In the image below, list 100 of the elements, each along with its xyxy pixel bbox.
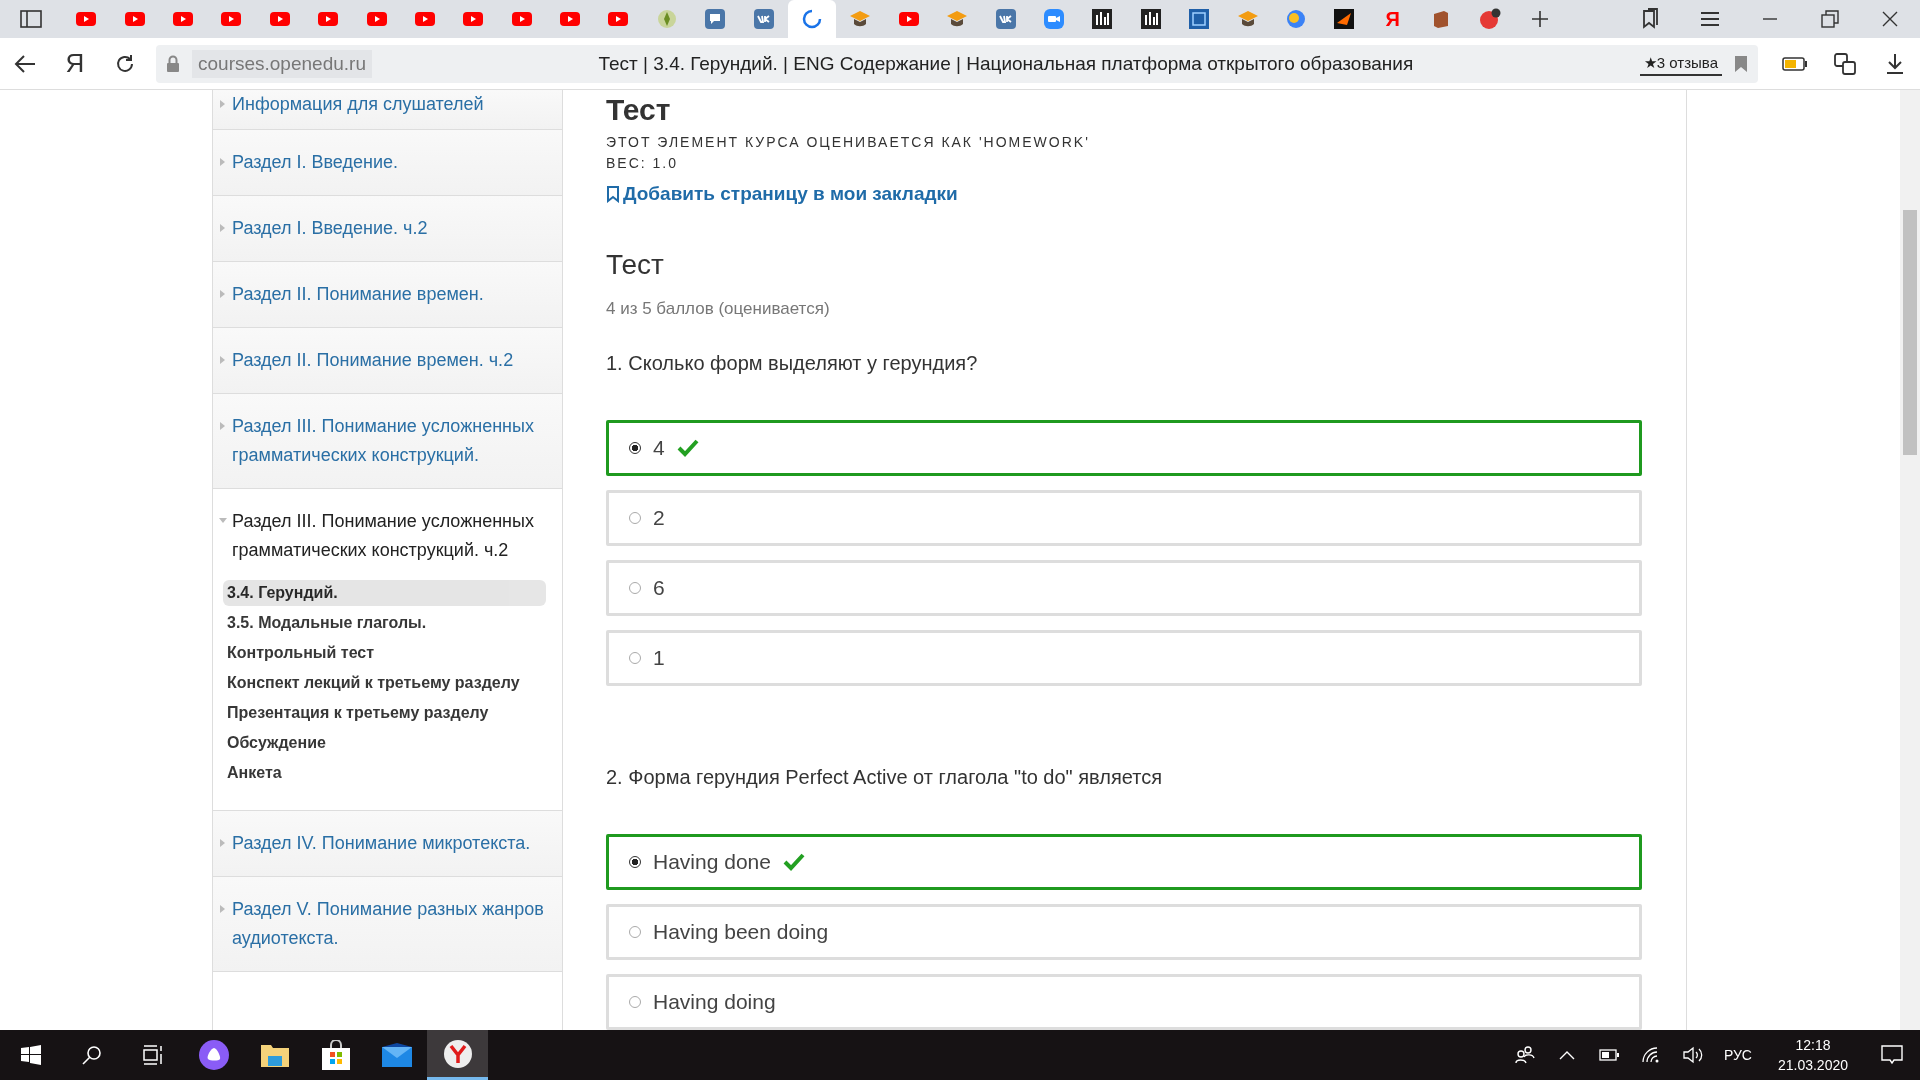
play-icon	[463, 12, 484, 26]
bar-chart-icon	[1092, 9, 1113, 29]
mortarboard-icon	[946, 10, 969, 28]
badge-icon	[1478, 8, 1501, 30]
clock-date[interactable]: 21.03.2020	[1777, 1055, 1848, 1075]
grading-note: ЭТОТ ЭЛЕМЕНТ КУРСА ОЦЕНИВАЕТСЯ КАК 'HOMEWORK'	[606, 133, 1091, 152]
lesson-link[interactable]: Презентация к третьему разделу	[223, 698, 546, 728]
battery-icon[interactable]	[1598, 1049, 1619, 1061]
new-tab-icon[interactable]	[1530, 10, 1549, 28]
play-icon	[318, 12, 339, 26]
chat-icon	[705, 9, 726, 29]
answer-option[interactable]: 2	[606, 490, 1642, 546]
folder-icon	[259, 1042, 290, 1068]
speaker-icon[interactable]	[1682, 1046, 1703, 1064]
language-indicator[interactable]: РУС	[1713, 1030, 1762, 1080]
question-text: 2. Форма герундия Perfect Active от глагола "to do" является	[606, 765, 1163, 790]
radio-button[interactable]	[629, 926, 641, 938]
question-text: 1. Сколько форм выделяют у герундия?	[606, 351, 979, 376]
spinner-icon	[802, 9, 823, 29]
radio-button[interactable]	[629, 512, 641, 524]
square-logo-icon	[995, 9, 1016, 29]
store-icon	[321, 1040, 350, 1070]
play-icon	[898, 12, 919, 26]
sidebar-toggle-icon[interactable]	[20, 10, 42, 28]
play-icon	[414, 12, 435, 26]
radio-button[interactable]	[629, 442, 641, 454]
reviews-link[interactable]: ★3 отзыва	[1639, 51, 1722, 76]
mortarboard-icon	[849, 10, 872, 28]
circle-logo-icon	[1285, 9, 1306, 29]
lesson-link[interactable]: 3.5. Модальные глаголы.	[223, 608, 546, 638]
play-icon	[608, 12, 629, 26]
mail-icon	[381, 1043, 412, 1067]
option-label: 2	[653, 506, 665, 530]
play-icon	[269, 12, 290, 26]
home-button[interactable]: Я	[50, 48, 100, 79]
browser-icon	[442, 1038, 473, 1069]
chevron-up-icon[interactable]	[1558, 1050, 1575, 1060]
unit-heading: Тест	[606, 94, 672, 126]
emblem-icon	[656, 9, 677, 29]
mortarboard-icon	[1236, 10, 1259, 28]
option-label: 1	[653, 646, 665, 670]
back-icon[interactable]	[14, 53, 36, 74]
radio-button[interactable]	[629, 996, 641, 1008]
play-icon	[124, 12, 145, 26]
answer-option[interactable]: 1	[606, 630, 1642, 686]
battery-icon[interactable]	[1782, 56, 1808, 71]
radio-button[interactable]	[629, 582, 641, 594]
translate-icon[interactable]	[1833, 51, 1857, 76]
arrow-logo-icon	[1334, 9, 1355, 29]
lesson-link[interactable]: Контрольный тест	[223, 638, 546, 668]
answer-option[interactable]: Having doing	[606, 974, 1642, 1030]
lesson-link[interactable]: Анкета	[223, 758, 546, 788]
bookmark-icon[interactable]	[1734, 54, 1748, 73]
menu-icon[interactable]	[1700, 11, 1720, 27]
assistant-icon	[198, 1040, 229, 1070]
play-icon	[511, 12, 532, 26]
option-label: Having done	[653, 850, 771, 874]
checkmark-icon	[782, 853, 805, 871]
wifi-icon[interactable]	[1641, 1047, 1660, 1063]
search-icon	[81, 1045, 102, 1065]
bookmark-link[interactable]: Добавить страницу в мои закладки	[623, 182, 958, 206]
site-domain: courses.openedu.ru	[192, 49, 372, 78]
option-label: 6	[653, 576, 665, 600]
lesson-link[interactable]: 3.4. Герундий.	[223, 580, 546, 606]
video-camera-icon	[1044, 9, 1064, 29]
radio-button[interactable]	[629, 856, 641, 868]
answer-option[interactable]: Having done	[606, 834, 1642, 890]
answer-option[interactable]: 4	[606, 420, 1642, 476]
section-link[interactable]: Раздел III. Понимание усложненных грамматических конструкций. ч.2	[232, 507, 546, 565]
people-icon[interactable]	[1514, 1046, 1535, 1064]
play-icon	[221, 12, 242, 26]
play-icon	[76, 12, 97, 26]
option-label: Having doing	[653, 990, 776, 1014]
answer-option[interactable]: Having been doing	[606, 904, 1642, 960]
play-icon	[172, 12, 193, 26]
page-title: Тест | 3.4. Герундий. | ENG Содержание | Национальная платформа открытого образования	[597, 52, 1415, 75]
lock-icon	[166, 54, 180, 73]
lesson-link[interactable]: Конспект лекций к третьему разделу	[223, 668, 546, 698]
notification-icon[interactable]	[1881, 1045, 1903, 1065]
bookmark-icon[interactable]	[606, 185, 620, 203]
taskbar-app[interactable]	[427, 1030, 488, 1080]
score-text: 4 из 5 баллов (оценивается)	[606, 298, 831, 320]
download-icon[interactable]	[1885, 52, 1905, 75]
option-label: Having been doing	[653, 920, 829, 944]
play-icon	[366, 12, 387, 26]
task-view-icon	[141, 1045, 164, 1065]
lesson-link[interactable]: Обсуждение	[223, 728, 546, 758]
restore-icon[interactable]	[1821, 10, 1839, 28]
problem-title: Тест	[606, 248, 665, 282]
radio-button[interactable]	[629, 652, 641, 664]
scrollbar[interactable]	[1900, 90, 1920, 1030]
clock-time[interactable]: 12:18	[1795, 1035, 1831, 1055]
windows-logo-icon	[20, 1045, 41, 1065]
checkmark-icon	[676, 439, 699, 457]
option-label: 4	[653, 436, 665, 460]
close-icon[interactable]	[1882, 11, 1898, 27]
answer-option[interactable]: 6	[606, 560, 1642, 616]
reload-icon[interactable]	[115, 53, 135, 74]
square-logo-icon	[753, 9, 774, 29]
address-bar[interactable]: courses.openedu.ru Тест | 3.4. Герундий. | ENG Содержание | Национальная платформа открытого образования ★3 отзыва	[156, 44, 1758, 83]
